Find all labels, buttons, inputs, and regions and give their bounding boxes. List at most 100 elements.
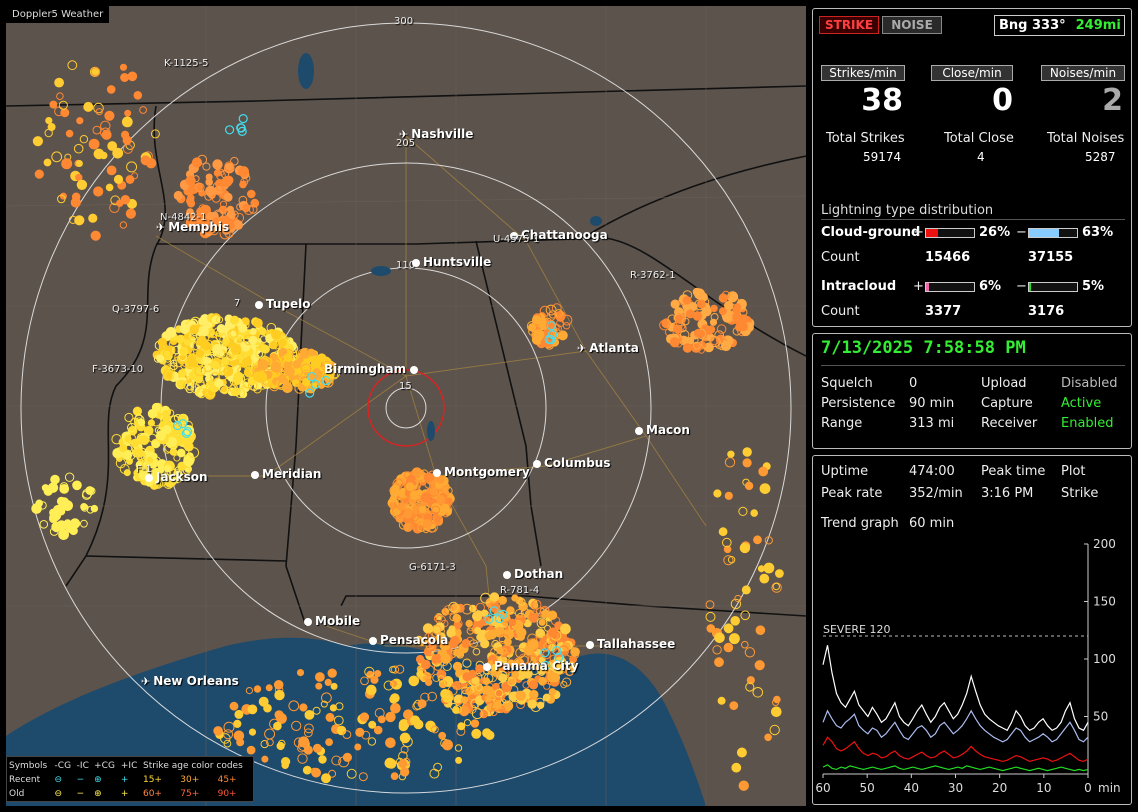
recent-strike-marker [540,648,550,658]
strike-marker [442,693,452,703]
cg-minus-pct: 63% [1082,225,1114,240]
strike-marker [54,77,64,88]
strike-marker [754,660,765,671]
strike-marker [75,173,83,182]
city-montgomery: Montgomery [433,465,530,479]
cg-plus-sign: + [913,225,924,240]
strike-marker [236,733,244,741]
strike-marker [442,739,453,751]
city-dot-icon [369,637,377,645]
strike-marker [724,491,733,500]
strike-marker [247,189,256,199]
strike-marker [43,158,52,167]
strike-marker [195,349,204,358]
strike-marker [460,696,469,704]
strike-marker [705,600,715,609]
strike-marker [355,727,365,738]
legend-col: +IC [120,761,138,771]
storm-label[interactable]: R-781-4 [500,585,539,596]
strike-marker [185,175,196,186]
strike-marker [452,661,463,672]
strike-marker [230,343,242,355]
strike-marker [147,408,158,419]
cg-minus-sign: − [1016,225,1027,240]
strike-marker [49,100,58,109]
x-tick-label: 30 [948,781,963,795]
strike-marker [304,710,315,720]
strike-marker [131,172,139,180]
ic-count-label: Count [821,304,860,319]
storm-label[interactable]: R-3762-1 [630,270,676,281]
strike-marker [325,712,335,722]
strike-marker [312,743,322,753]
strike-marker [231,387,241,397]
strike-marker [156,430,166,441]
strike-marker [385,737,396,749]
strike-marker [233,371,244,382]
border-al-ga [475,240,542,567]
strike-marker [706,624,716,633]
strike-marker [139,106,148,114]
strike-marker [449,639,458,649]
legend-age-title: Strike age color codes [142,761,243,771]
noise-button[interactable]: NOISE [882,16,942,34]
strike-marker [570,647,580,657]
strike-marker [85,486,95,495]
strike-marker [366,684,377,696]
strike-marker [723,642,734,653]
strike-marker [62,500,73,512]
storm-label[interactable]: G-6171-3 [409,562,456,573]
plus-cg-circle-icon: ⊕ [94,789,102,799]
noises-per-min-value: 2 [1102,83,1123,118]
strike-marker [238,166,249,178]
strike-marker [299,348,309,359]
city-dot-icon [433,469,441,477]
minus-ic-icon: − [76,789,85,799]
squelch-value[interactable]: 0 [909,376,917,391]
strike-marker [717,696,726,705]
strike-marker [124,109,132,117]
receiver-value[interactable]: Enabled [1061,416,1114,431]
strike-marker [396,502,406,511]
strike-marker [92,125,102,135]
lightning-map[interactable]: Doppler5 Weather 300 205 110 15 ✈ Nashvil… [6,6,806,806]
storm-label[interactable]: U-4575-1 [493,234,539,245]
strike-marker [712,645,722,655]
strike-marker [390,703,401,714]
strike-marker [714,657,724,668]
capture-value[interactable]: Active [1061,396,1101,411]
strike-marker [739,542,751,554]
strike-marker [550,672,561,683]
strike-marker [216,324,226,333]
strike-marker [527,699,538,709]
strike-marker [101,129,112,140]
strike-marker [685,309,695,319]
strike-marker [474,627,482,635]
strike-marker [420,492,432,503]
strike-marker [759,573,770,584]
range-value[interactable]: 313 mi [909,416,954,431]
strike-marker [468,669,477,679]
persistence-value[interactable]: 90 min [909,396,954,411]
strike-marker [80,519,88,528]
strike-marker [222,337,230,345]
strike-marker [527,639,539,650]
strike-stats-panel: STRIKE NOISE Bng 333° 249mi Strikes/min C… [812,8,1132,327]
strike-button[interactable]: STRIKE [819,16,879,34]
storm-label[interactable]: 7 [234,298,240,309]
strike-marker [701,306,712,317]
strike-marker [50,474,60,485]
city-macon: Macon [635,423,690,437]
total-strikes-value: 59174 [863,150,902,164]
storm-label[interactable]: F-1 [136,464,152,475]
strike-marker [542,693,551,702]
upload-value[interactable]: Disabled [1061,376,1117,391]
strike-marker [257,371,268,382]
strike-marker [247,704,258,715]
strike-marker [744,647,756,658]
storm-label[interactable]: Q-3797-6 [112,304,159,315]
storm-label[interactable]: K-1125-5 [164,58,209,69]
storm-label[interactable]: F-3673-10 [92,364,143,375]
city-dot-icon [410,366,419,374]
storm-label[interactable]: N-4842-1 [160,212,207,223]
